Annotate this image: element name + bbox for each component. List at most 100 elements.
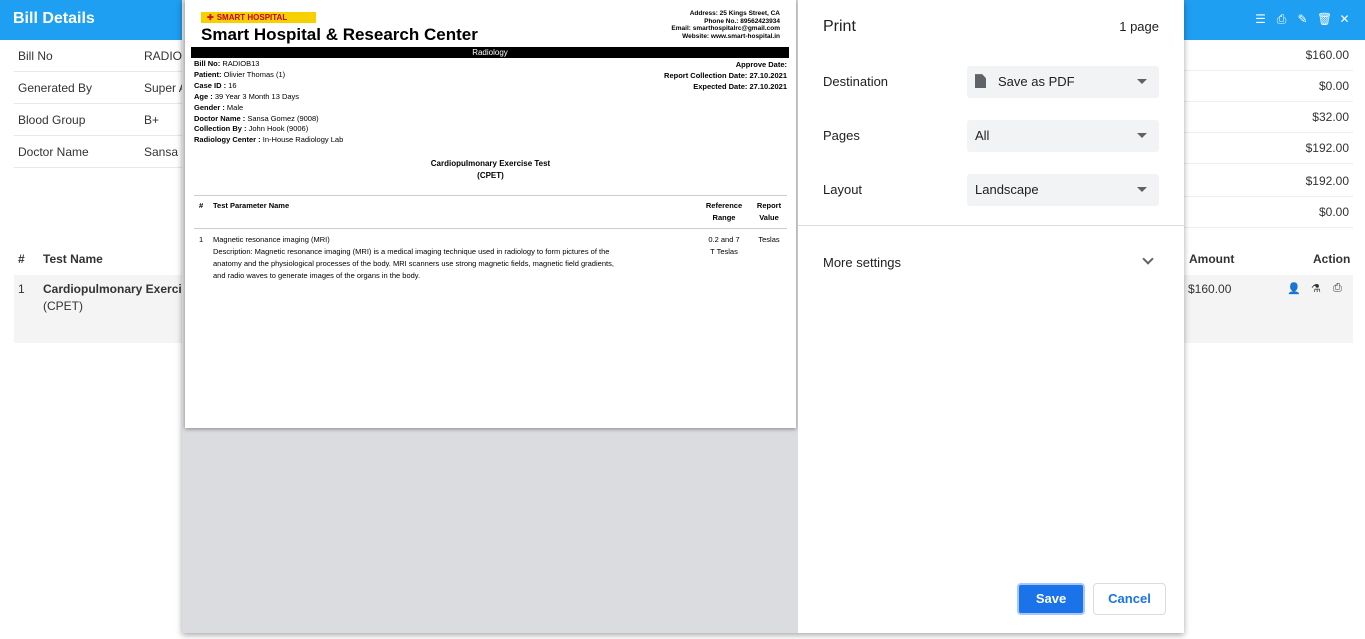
print-icon[interactable]: ⎙	[1275, 13, 1288, 26]
param-row-num: 1	[199, 235, 204, 244]
patient-line: Collection By : John Hook (9006)	[194, 124, 309, 134]
test-title: Cardiopulmonary Exercise Test (CPET)	[185, 158, 796, 182]
cross-icon: ✚	[207, 13, 214, 22]
save-button[interactable]: Save	[1017, 583, 1085, 615]
col-header-action: Action	[1313, 252, 1351, 266]
generated-by-value: Super Admin	[144, 81, 186, 95]
bill-no-label: Bill No	[18, 49, 53, 63]
patient-line: Gender : Male	[194, 102, 244, 112]
divider	[194, 195, 787, 196]
email-line: Email: smarthospitalrc@gmail.com	[671, 25, 780, 32]
col-header-num: #	[18, 252, 25, 266]
amount-line: $192.00	[1184, 166, 1353, 197]
close-icon[interactable]: ✕	[1338, 13, 1351, 26]
bill-no-value: RADIOB13	[144, 49, 186, 63]
test-title-line: Cardiopulmonary Exercise Test	[430, 159, 551, 168]
patient-line: Doctor Name : Sansa Gomez (9008)	[194, 113, 319, 123]
phone-line: Phone No.: 89562423934	[704, 17, 780, 25]
row-num: 1	[18, 282, 25, 296]
col-header-test-name: Test Name	[43, 252, 103, 266]
generated-by-label: Generated By	[18, 81, 93, 95]
more-settings-toggle[interactable]: More settings	[823, 255, 901, 270]
row-test-abbr: (CPET)	[43, 299, 83, 313]
row-amount: $160.00	[1188, 282, 1232, 296]
col-header-amount: Amount	[1189, 252, 1235, 266]
address-line: Address: 25 Kings Street, CA	[689, 10, 780, 17]
patient-info: Bill No: RADIOB13 Patient: Olivier Thoma…	[194, 59, 343, 146]
bill-no-row: Bill No RADIOB13	[14, 40, 186, 72]
param-desc-line: and radio waves to generate images of th…	[213, 271, 421, 280]
param-col-name: Test Parameter Name	[213, 201, 290, 210]
expected-date: Expected Date: 27.10.2021	[693, 82, 787, 91]
edit-icon[interactable]: ✎	[1296, 13, 1309, 26]
panel-divider	[798, 225, 1184, 226]
blood-group-value: B+	[144, 113, 160, 127]
menu-icon[interactable]: ☰	[1254, 13, 1267, 26]
chevron-down-icon[interactable]	[1142, 253, 1154, 265]
destination-select[interactable]: Save as PDF	[967, 66, 1159, 98]
amount-line: $0.00	[1184, 71, 1353, 102]
doctor-name-label: Doctor Name	[18, 145, 89, 159]
patient-line: Case ID : 16	[194, 80, 237, 90]
add-user-icon[interactable]: 👤	[1287, 282, 1301, 295]
patient-line: Bill No: RADIOB13	[194, 59, 260, 68]
blood-group-label: Blood Group	[18, 113, 86, 127]
generated-by-row: Generated By Super Admin	[14, 72, 186, 104]
hospital-name: Smart Hospital & Research Center	[201, 25, 478, 44]
param-row-value: Teslas	[758, 235, 780, 244]
layout-label: Layout	[823, 182, 863, 197]
patient-line: Radiology Center : In-House Radiology La…	[194, 135, 344, 145]
print-icon[interactable]: ⎙	[1333, 282, 1342, 295]
test-abbr-line: (CPET)	[477, 171, 504, 180]
row-test-name: Cardiopulmonary Exercise	[43, 282, 196, 296]
blood-group-row: Blood Group B+	[14, 104, 186, 136]
param-desc-line: Description: Magnetic resonance imaging …	[213, 247, 610, 256]
param-col-num: #	[199, 201, 204, 210]
layout-select[interactable]: Landscape	[967, 174, 1159, 206]
website-line: Website: www.smart-hospital.in	[682, 32, 780, 40]
patient-line: Age : 39 Year 3 Month 13 Days	[194, 91, 300, 101]
param-desc-line: anatomy and the physiological processes …	[213, 259, 614, 268]
cancel-button[interactable]: Cancel	[1093, 583, 1166, 615]
divider	[194, 228, 787, 229]
header-actions: ☰ ⎙ ✎ 🗑 ✕	[1254, 13, 1351, 26]
amount-line: $192.00	[1184, 133, 1353, 164]
amount-line: $0.00	[1184, 197, 1353, 228]
pages-value: All	[975, 128, 990, 143]
pages-label: Pages	[823, 128, 860, 143]
document-icon	[975, 74, 986, 89]
print-dialog: ✚ SMART HOSPITAL Smart Hospital & Researc…	[182, 0, 1184, 633]
param-row-desc: Magnetic resonance imaging (MRI) Descrip…	[213, 234, 693, 282]
logo-text: SMART HOSPITAL	[216, 13, 288, 22]
caret-down-icon	[1137, 187, 1147, 192]
collection-date: Report Collection Date: 27.10.2021	[664, 71, 787, 80]
doctor-name-value: Sansa Gomez	[144, 145, 186, 159]
patient-line: Patient: Olivier Thomas (1)	[194, 69, 286, 79]
pages-select[interactable]: All	[967, 120, 1159, 152]
destination-value: Save as PDF	[998, 74, 1075, 89]
param-name: Magnetic resonance imaging (MRI)	[213, 235, 330, 244]
delete-icon[interactable]: 🗑	[1317, 13, 1332, 26]
amount-line: $160.00	[1184, 40, 1353, 71]
destination-label: Destination	[823, 74, 889, 89]
caret-down-icon	[1137, 133, 1147, 138]
page-title: Bill Details	[13, 10, 95, 27]
approve-date: Approve Date:	[735, 60, 787, 69]
hospital-address: Address: 25 Kings Street, CA Phone No.: …	[671, 10, 780, 40]
print-title: Print	[823, 18, 856, 35]
param-row-ref: 0.2 and 7T Teslas	[708, 235, 740, 256]
department-band: Radiology	[191, 47, 789, 58]
amount-line: $32.00	[1184, 102, 1353, 133]
layout-value: Landscape	[975, 182, 1039, 197]
caret-down-icon	[1137, 79, 1147, 84]
param-col-value: Report Value	[756, 201, 782, 222]
preview-page: ✚ SMART HOSPITAL Smart Hospital & Researc…	[185, 0, 796, 428]
param-col-ref: Reference Range	[705, 201, 743, 222]
flask-icon[interactable]: ⚗	[1311, 282, 1321, 295]
report-dates: Approve Date: Report Collection Date: 27…	[664, 59, 787, 92]
doctor-name-row: Doctor Name Sansa Gomez	[14, 136, 186, 168]
print-preview-area: ✚ SMART HOSPITAL Smart Hospital & Researc…	[182, 0, 798, 633]
page-count: 1 page	[1119, 19, 1159, 34]
hospital-logo: ✚ SMART HOSPITAL	[201, 12, 316, 23]
print-settings-panel: Print 1 page Destination Save as PDF Pag…	[798, 0, 1184, 633]
